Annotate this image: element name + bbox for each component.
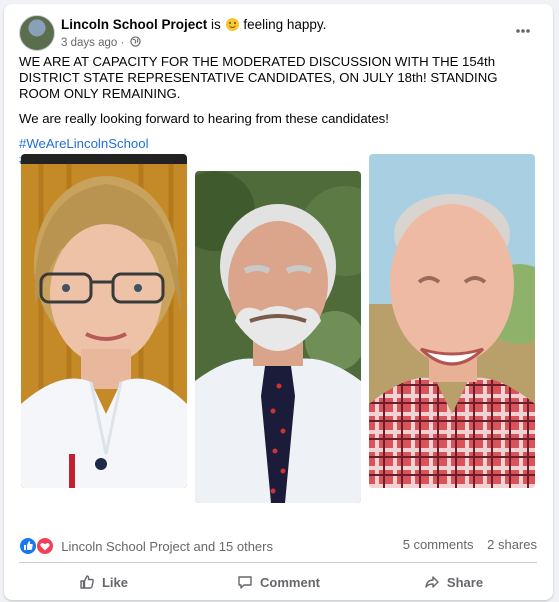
- post-header: Lincoln School Project is feeling happy.…: [19, 15, 541, 55]
- feeling-text: feeling happy.: [243, 17, 327, 32]
- stats-counts: 5 comments 2 shares: [393, 537, 537, 552]
- like-button[interactable]: Like: [16, 566, 191, 598]
- more-horizontal-icon: [516, 29, 530, 33]
- photo-man-with-tie[interactable]: [195, 171, 361, 503]
- thumbs-up-icon: [80, 575, 94, 589]
- globe-icon[interactable]: [129, 36, 141, 47]
- post-stats: Lincoln School Project and 15 others 5 c…: [19, 537, 537, 555]
- photo-woman-portrait[interactable]: [21, 154, 187, 488]
- photo-collage: [4, 152, 553, 512]
- like-label: Like: [101, 574, 128, 590]
- page-avatar[interactable]: [19, 15, 55, 51]
- post-timestamp[interactable]: 3 days ago: [61, 37, 117, 49]
- post-body: WE ARE AT CAPACITY FOR THE MODERATED DIS…: [19, 54, 539, 168]
- post-actions: Like Comment Share: [16, 566, 541, 598]
- share-label: Share: [446, 574, 484, 590]
- post-meta: 3 days ago ·: [61, 36, 141, 49]
- actions-divider: [19, 562, 537, 563]
- post-paragraph-2: We are really looking forward to hearing…: [19, 111, 389, 126]
- meta-separator: ·: [120, 37, 125, 49]
- more-options-button[interactable]: [509, 17, 537, 45]
- happy-emoji-icon: [225, 18, 239, 31]
- page-name-link[interactable]: Lincoln School Project: [61, 17, 207, 32]
- comment-button[interactable]: Comment: [191, 566, 366, 598]
- comment-label: Comment: [260, 574, 320, 590]
- share-button[interactable]: Share: [366, 566, 541, 598]
- comments-count[interactable]: 5 comments: [403, 537, 474, 552]
- post-author-line: Lincoln School Project is feeling happy.: [61, 17, 326, 32]
- feeling-prefix: is: [211, 17, 221, 32]
- share-arrow-icon: [425, 576, 439, 588]
- post-paragraph-1: WE ARE AT CAPACITY FOR THE MODERATED DIS…: [19, 54, 498, 101]
- reactors-text[interactable]: Lincoln School Project and 15 others: [61, 539, 273, 554]
- love-reaction-icon: [35, 537, 54, 555]
- hashtag-link[interactable]: #WeAreLincolnSchool: [19, 136, 539, 152]
- photo-man-plaid-shirt[interactable]: [369, 154, 535, 488]
- like-reaction-icon: [19, 537, 37, 555]
- post-card: Lincoln School Project is feeling happy.…: [4, 4, 553, 600]
- comment-icon: [238, 576, 252, 589]
- reaction-summary[interactable]: Lincoln School Project and 15 others: [19, 537, 273, 555]
- shares-count[interactable]: 2 shares: [487, 537, 537, 552]
